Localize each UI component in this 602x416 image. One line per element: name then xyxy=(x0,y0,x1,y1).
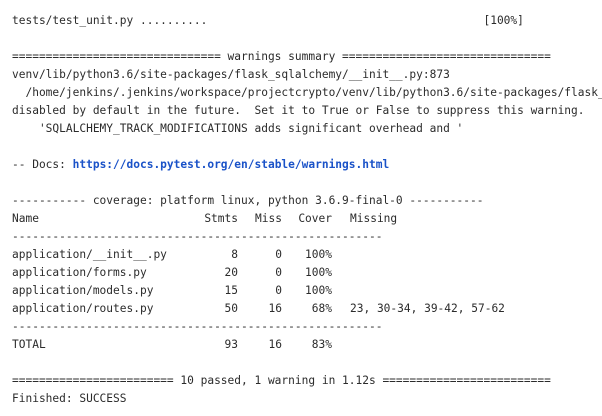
total-miss: 16 xyxy=(268,338,282,351)
row-cover: 100% xyxy=(305,266,332,279)
row-miss: 0 xyxy=(275,248,282,261)
row-name: application/models.py xyxy=(12,284,154,297)
docs-line: -- Docs: https://docs.pytest.org/en/stab… xyxy=(12,156,602,174)
build-status: Finished: SUCCESS xyxy=(12,392,127,405)
table-row: application/models.py 15 0 100% xyxy=(12,282,602,300)
coverage-separator: ----------------------------------------… xyxy=(12,320,383,333)
row-stmts: 20 xyxy=(224,266,238,279)
warning-location: venv/lib/python3.6/site-packages/flask_s… xyxy=(12,68,450,81)
coverage-column-headers: Name Stmts Miss Cover Missing xyxy=(12,210,602,228)
row-name: application/__init__.py xyxy=(12,248,167,261)
row-miss: 0 xyxy=(275,266,282,279)
row-stmts: 50 xyxy=(224,302,238,315)
row-cover: 68% xyxy=(311,302,332,315)
column-miss: Miss xyxy=(255,212,282,225)
coverage-separator: ----------------------------------------… xyxy=(12,230,383,243)
warnings-summary-header: =============================== warnings… xyxy=(12,50,551,63)
column-missing: Missing xyxy=(350,212,398,225)
row-miss: 16 xyxy=(268,302,282,315)
total-cover: 83% xyxy=(311,338,332,351)
row-name: application/routes.py xyxy=(12,302,154,315)
warning-source: 'SQLALCHEMY_TRACK_MODIFICATIONS adds sig… xyxy=(12,122,464,135)
column-name: Name xyxy=(12,212,39,225)
coverage-header: ----------- coverage: platform linux, py… xyxy=(12,194,484,207)
row-stmts: 8 xyxy=(231,248,238,261)
row-cover: 100% xyxy=(305,248,332,261)
row-cover: 100% xyxy=(305,284,332,297)
docs-link[interactable]: https://docs.pytest.org/en/stable/warnin… xyxy=(73,158,390,171)
column-stmts: Stmts xyxy=(204,212,238,225)
row-missing: 23, 30-34, 39-42, 57-62 xyxy=(350,302,505,315)
table-row: application/__init__.py 8 0 100% xyxy=(12,246,602,264)
coverage-total-row: TOTAL 93 16 83% xyxy=(12,336,602,354)
total-name: TOTAL xyxy=(12,338,46,351)
test-run-line: tests/test_unit.py .......... [100%] xyxy=(12,14,524,27)
docs-prefix: -- Docs: xyxy=(12,158,73,171)
total-stmts: 93 xyxy=(224,338,238,351)
console-output: tests/test_unit.py .......... [100%] ===… xyxy=(12,12,602,408)
row-miss: 0 xyxy=(275,284,282,297)
column-cover: Cover xyxy=(298,212,332,225)
row-stmts: 15 xyxy=(224,284,238,297)
table-row: application/routes.py 50 16 68% 23, 30-34, 3… xyxy=(12,300,602,318)
table-row: application/forms.py 20 0 100% xyxy=(12,264,602,282)
row-name: application/forms.py xyxy=(12,266,147,279)
warning-message: disabled by default in the future. Set i… xyxy=(12,104,585,117)
warning-path: /home/jenkins/.jenkins/workspace/project… xyxy=(25,86,602,99)
pytest-summary-line: ======================== 10 passed, 1 wa… xyxy=(12,374,551,387)
